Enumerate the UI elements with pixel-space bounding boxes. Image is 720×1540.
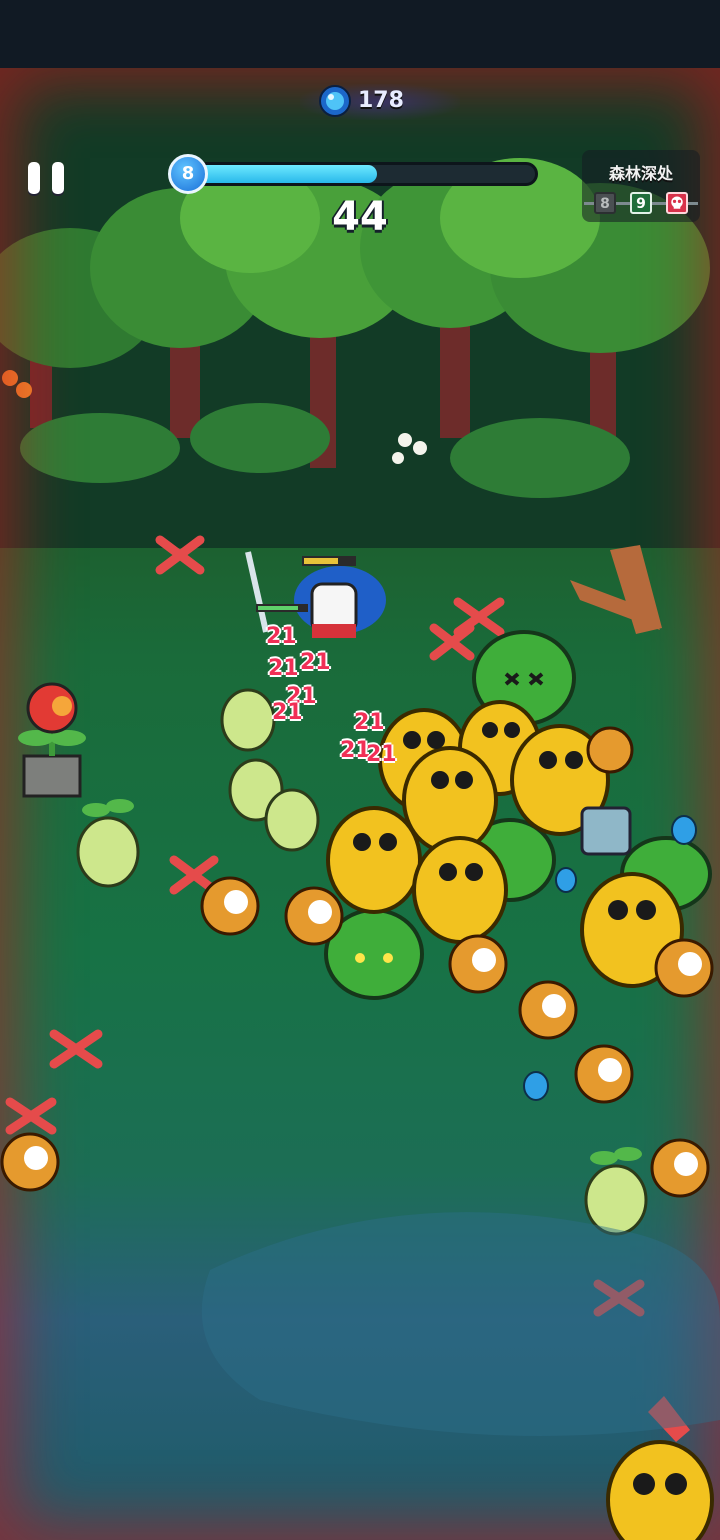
- pause-icon: [52, 162, 64, 194]
- fallen-log: [570, 545, 662, 634]
- flower-turret: [18, 682, 86, 798]
- xp-progress-bar: [188, 162, 538, 186]
- boss-skull-icon: [666, 192, 688, 214]
- stage-node-current: 9: [630, 192, 652, 214]
- water-pool: [201, 1212, 720, 1436]
- stage-name: 森林深处: [608, 164, 673, 183]
- gem-count: 178: [358, 88, 404, 113]
- game-screen: { "hud": { "gem_count": "178", "level": …: [0, 0, 720, 1540]
- level-badge: 8: [168, 154, 208, 194]
- blue-gem-icon: [319, 85, 351, 117]
- level-number: 8: [181, 163, 195, 184]
- robot-turret: [580, 806, 632, 856]
- pause-icon: [28, 162, 40, 194]
- damage-number: 21: [366, 742, 397, 767]
- stage-node-past: 8: [594, 192, 616, 214]
- wave-timer: 44: [332, 194, 388, 240]
- damage-number: 21: [354, 710, 385, 735]
- damage-number: 21: [268, 656, 299, 681]
- xp-progress-fill: [191, 165, 377, 183]
- damage-number: 21: [300, 650, 331, 675]
- damage-number: 21: [272, 700, 303, 725]
- damage-number: 21: [266, 624, 297, 649]
- pause-button[interactable]: [26, 158, 68, 200]
